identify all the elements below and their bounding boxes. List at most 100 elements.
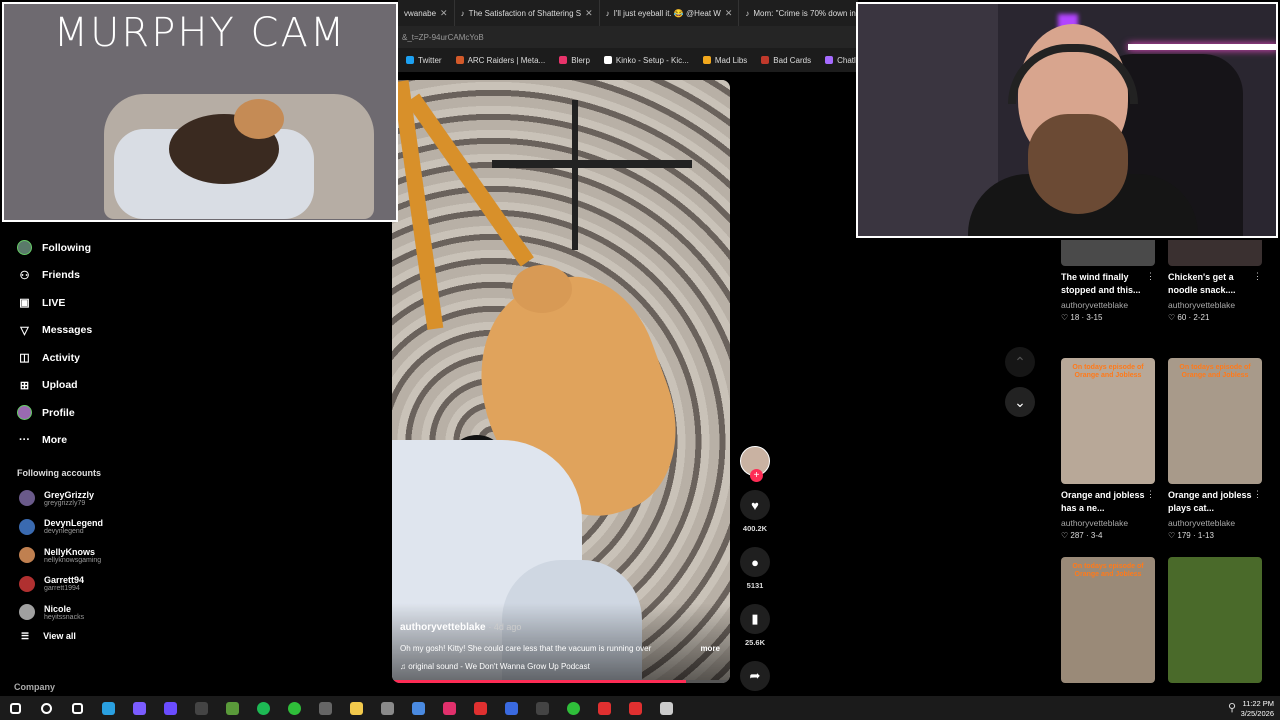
sidebar-item-messages[interactable]: ▽ Messages [0,317,392,345]
xbox-2-icon[interactable] [561,696,585,720]
more-options-icon[interactable]: ⋮ [1146,271,1155,282]
sidebar-item-upload[interactable]: ⊞ Upload [0,372,392,400]
windows-start-icon[interactable] [3,696,27,720]
related-video-thumbnail[interactable]: On todays episode of Orange and Jobless [1061,557,1155,683]
related-video-card[interactable]: On todays episode of Orange and Jobless O… [1061,358,1157,540]
app-blue-icon[interactable] [499,696,523,720]
instagram-icon[interactable] [437,696,461,720]
bookmark-item[interactable]: ARC Raiders | Meta... [455,56,545,65]
notes-icon[interactable] [406,696,430,720]
bookmark-button[interactable]: ▮ [740,604,770,634]
related-video-title[interactable]: Chicken's get a noodle snack.... [1168,271,1264,297]
browser-tab[interactable]: ♪Mom: "Crime is 70% down in c✕ [739,0,858,26]
bookmark-item[interactable]: Mad Libs [702,56,747,65]
related-video-author[interactable]: authoryvetteblake [1168,300,1264,310]
account-avatar [19,575,35,592]
bookmark-item[interactable]: Twitter [406,56,442,65]
related-video-card[interactable]: On todays episode of Orange and Jobless [1061,557,1157,683]
related-video-thumbnail[interactable] [1168,240,1262,266]
following-account[interactable]: NellyKnows nellyknowsgaming [0,541,392,570]
spotify-icon[interactable] [251,696,275,720]
related-video-thumbnail[interactable] [1061,240,1155,266]
more-options-icon[interactable]: ⋮ [1146,489,1155,500]
bookmark-icon [761,56,770,65]
record-icon[interactable] [592,696,616,720]
video-progress-bar[interactable] [392,680,730,683]
close-tab-icon[interactable]: ✕ [440,8,448,19]
follow-plus-icon[interactable]: + [750,469,763,482]
related-video-author[interactable]: authoryvetteblake [1061,518,1157,528]
related-video-author[interactable]: authoryvetteblake [1168,518,1264,528]
bookmark-item[interactable]: Blerp [559,56,590,65]
related-video-author[interactable]: authoryvetteblake [1061,300,1157,310]
grid-app-icon[interactable] [158,696,182,720]
app-red-2-icon[interactable] [623,696,647,720]
comment-icon: ● [751,554,759,570]
previous-video-button[interactable]: ⌃ [1005,347,1035,377]
more-options-icon[interactable]: ⋮ [1253,271,1262,282]
related-video-stats: ♡ 287 · 3-4 [1061,531,1157,540]
video-player[interactable]: authoryvetteblake · 4d ago Oh my gosh! K… [392,80,730,683]
view-all-button[interactable]: ☰ View all [0,631,392,642]
company-link[interactable]: Company [14,682,55,692]
cube-app-icon[interactable] [313,696,337,720]
file-explorer-icon[interactable] [344,696,368,720]
creator-avatar[interactable]: + [740,446,770,482]
following-account[interactable]: Nicole heyitssnacks [0,598,392,627]
related-video-thumbnail[interactable] [1168,557,1262,683]
more-options-icon[interactable]: ⋮ [1253,489,1262,500]
share-button[interactable]: ➦ [740,661,770,691]
next-video-button[interactable]: ⌄ [1005,387,1035,417]
sidebar-item-activity[interactable]: ◫ Activity [0,344,392,372]
task-view-icon[interactable] [65,696,89,720]
video-author-name[interactable]: authoryvetteblake [400,622,486,633]
network-icon[interactable]: ⚲ [1228,701,1236,714]
minecraft-icon[interactable] [220,696,244,720]
related-video-card[interactable]: The wind finally stopped and this... ⋮ aut… [1061,240,1157,322]
system-clock[interactable]: 11:22 PM 3/25/2026 [1241,699,1274,719]
browser-tab[interactable]: ♪ I'll just eyeball it. 😂 @Heat W ✕ [600,0,740,26]
settings-icon[interactable] [654,696,678,720]
browser-tab[interactable]: ♪ The Satisfaction of Shattering S ✕ [455,0,600,26]
sidebar-item-live[interactable]: ▣ LIVE [0,289,392,317]
xbox-icon[interactable] [282,696,306,720]
comment-button[interactable]: ● [740,547,770,577]
app-icon[interactable] [127,696,151,720]
related-video-title[interactable]: Orange and jobless has a ne... [1061,489,1157,515]
heart-button[interactable]: ♥ [740,490,770,520]
video-more-button[interactable]: more [700,644,720,653]
close-tab-icon[interactable]: ✕ [585,8,593,19]
address-bar[interactable]: &_t=ZP-94urCAMcYoB [398,26,858,48]
related-video-card[interactable] [1168,557,1264,683]
video-author[interactable]: authoryvetteblake · 4d ago [400,622,521,633]
bookmark-item[interactable]: Chatle [825,56,858,65]
video-sound[interactable]: ♫ original sound - We Don't Wanna Grow U… [400,662,590,671]
sidebar-item-friends[interactable]: ⚇ Friends [0,262,392,290]
search-icon[interactable] [34,696,58,720]
app-red-icon[interactable] [468,696,492,720]
account-avatar [19,604,35,621]
terminal-icon[interactable] [530,696,554,720]
related-video-thumbnail[interactable]: On todays episode of Orange and Jobless [1061,358,1155,484]
bookmark-item[interactable]: Bad Cards [761,56,811,65]
related-video-title[interactable]: Orange and jobless plays cat... [1168,489,1264,515]
related-video-card[interactable]: Chicken's get a noodle snack.... ⋮ authory… [1168,240,1264,322]
sidebar-item-profile[interactable]: Profile [0,399,392,427]
following-account[interactable]: DevynLegend devynlegend [0,513,392,542]
following-account[interactable]: Garrett94 garrett1994 [0,570,392,599]
related-video-title[interactable]: The wind finally stopped and this... [1061,271,1157,297]
following-account[interactable]: GreyGrizzly greygrizzly79 [0,484,392,513]
close-tab-icon[interactable]: ✕ [725,8,733,19]
sidebar-item-following[interactable]: Following [0,234,392,262]
related-video-thumbnail[interactable]: On todays episode of Orange and Jobless [1168,358,1262,484]
bookmark-item[interactable]: Kinko - Setup - Kic... [603,56,689,65]
edge-icon[interactable] [96,696,120,720]
video-frame-chair [572,100,578,250]
related-video-card[interactable]: On todays episode of Orange and Jobless O… [1168,358,1264,540]
sidebar-item-more[interactable]: ··· More [0,427,392,455]
obs-icon[interactable] [189,696,213,720]
browser-tab[interactable]: vwanabe ✕ [398,0,455,26]
heart-outline-icon: ♡ [1061,313,1071,323]
app-icon-2[interactable] [375,696,399,720]
live-icon: ▣ [19,297,30,310]
